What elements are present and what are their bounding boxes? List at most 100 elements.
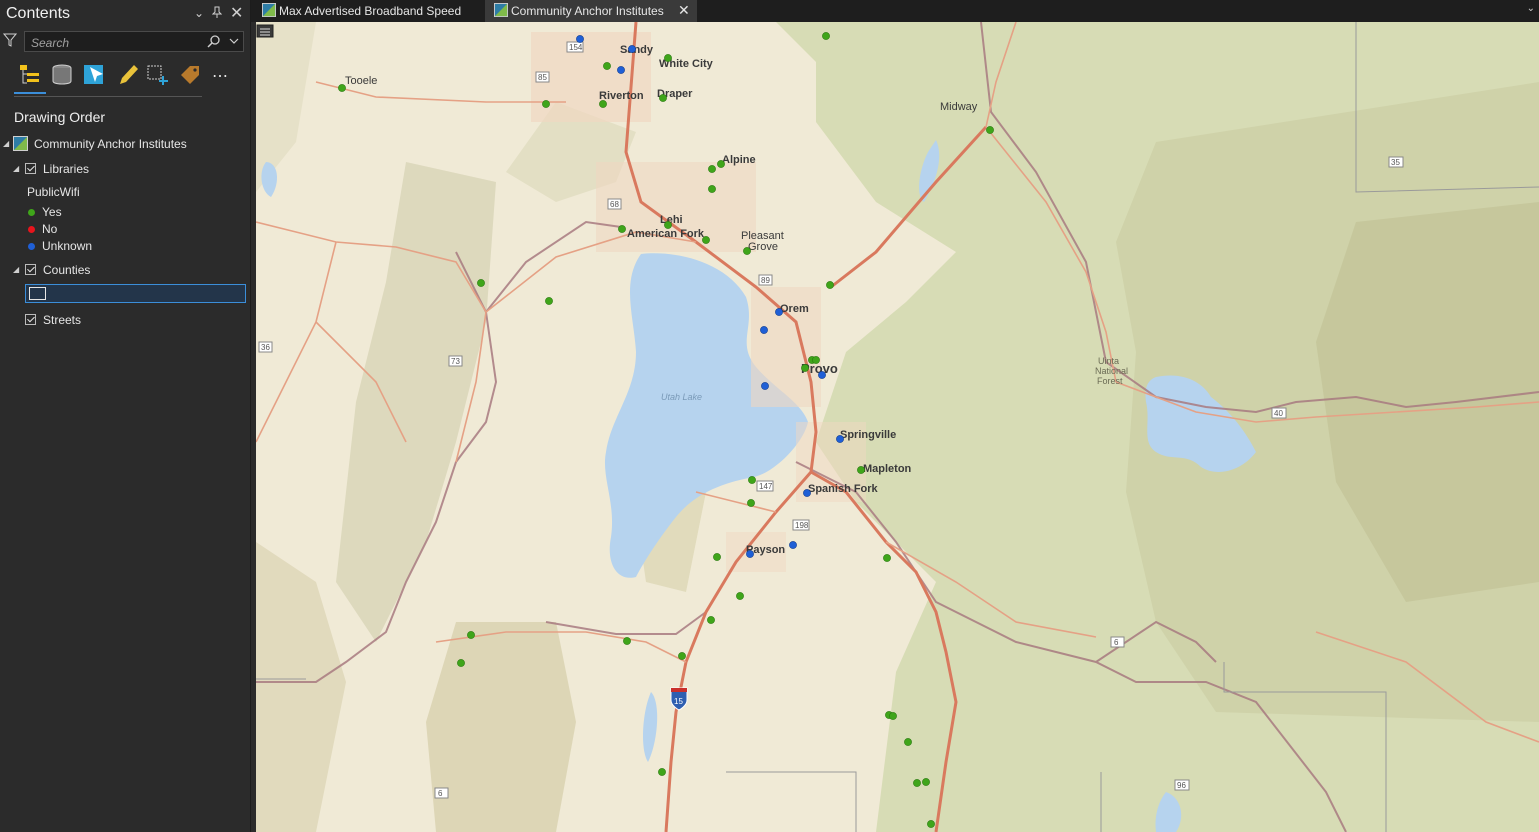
pin-icon[interactable] — [211, 6, 223, 21]
library-point — [922, 778, 930, 786]
library-point — [986, 126, 994, 134]
svg-text:Orem: Orem — [780, 303, 809, 315]
svg-text:73: 73 — [451, 357, 460, 366]
search-options-chevron-icon[interactable] — [228, 34, 240, 53]
svg-text:Tooele: Tooele — [345, 75, 377, 87]
library-point — [545, 297, 553, 305]
tab-label: Max Advertised Broadband Speed — [279, 4, 462, 18]
list-by-drawing-order-icon[interactable] — [18, 62, 42, 88]
legend-unknown-symbol — [28, 243, 35, 250]
pane-header: Contents ⌄ ✕ — [0, 0, 250, 28]
library-point — [708, 185, 716, 193]
more-icon[interactable]: ⋯ — [212, 66, 236, 92]
library-point — [822, 32, 830, 40]
svg-text:Grove: Grove — [748, 241, 778, 253]
svg-text:6: 6 — [438, 789, 443, 798]
expand-map-triangle-icon[interactable]: ◢ — [3, 139, 9, 148]
library-point — [812, 356, 820, 364]
legend-field-name: PublicWifi — [27, 185, 80, 199]
counties-visibility-checkbox[interactable] — [25, 264, 36, 275]
tab-max-advertised-broadband-speed[interactable]: Max Advertised Broadband Speed — [253, 0, 481, 22]
library-point — [708, 165, 716, 173]
library-point — [467, 631, 475, 639]
library-point — [747, 499, 755, 507]
svg-text:Riverton: Riverton — [599, 90, 644, 102]
chevron-down-icon[interactable]: ⌄ — [194, 6, 204, 20]
filter-icon[interactable] — [2, 33, 18, 52]
library-point — [658, 768, 666, 776]
library-point — [836, 435, 844, 443]
library-point — [664, 54, 672, 62]
search-input[interactable] — [29, 34, 203, 51]
tab-label: Community Anchor Institutes — [511, 4, 664, 18]
map-tab-icon — [494, 3, 508, 17]
library-point — [743, 247, 751, 255]
expand-counties-triangle-icon[interactable]: ◢ — [13, 265, 19, 274]
svg-text:85: 85 — [538, 73, 547, 82]
svg-text:96: 96 — [1177, 781, 1186, 790]
library-point — [904, 738, 912, 746]
list-by-editing-icon[interactable] — [116, 62, 140, 88]
contents-toolbar: ⋯ — [14, 62, 228, 96]
libraries-visibility-checkbox[interactable] — [25, 163, 36, 174]
map-name[interactable]: Community Anchor Institutes — [34, 137, 187, 151]
map-overlay-toggle-icon[interactable] — [256, 22, 274, 38]
list-by-labeling-icon[interactable] — [178, 62, 202, 88]
legend-no-symbol — [28, 226, 35, 233]
counties-layer[interactable]: Counties — [43, 263, 90, 277]
counties-symbol-row[interactable] — [25, 284, 246, 303]
library-point — [857, 466, 865, 474]
streets-layer[interactable]: Streets — [43, 313, 81, 327]
svg-text:35: 35 — [1391, 158, 1400, 167]
svg-text:Springville: Springville — [840, 429, 896, 441]
libraries-layer[interactable]: Libraries — [43, 162, 89, 176]
map-view[interactable]: 154 85 68 36 73 89 147 198 6 6 35 40 96 … — [256, 22, 1539, 832]
library-point — [746, 550, 754, 558]
library-point — [789, 541, 797, 549]
library-point — [617, 66, 625, 74]
expand-libraries-triangle-icon[interactable]: ◢ — [13, 164, 19, 173]
legend-yes-symbol — [28, 209, 35, 216]
library-point — [775, 308, 783, 316]
counties-symbol-swatch[interactable] — [29, 287, 46, 300]
tab-community-anchor-institutes[interactable]: Community Anchor Institutes ✕ — [485, 0, 697, 22]
close-icon[interactable]: ✕ — [230, 3, 243, 23]
close-tab-icon[interactable]: ✕ — [678, 2, 690, 19]
svg-text:Utah Lake: Utah Lake — [661, 392, 702, 402]
map-icon — [13, 136, 28, 156]
active-tool-indicator — [14, 92, 46, 94]
library-point — [628, 45, 636, 53]
library-point — [927, 820, 935, 828]
library-point — [818, 371, 826, 379]
library-point — [477, 279, 485, 287]
svg-text:Forest: Forest — [1097, 376, 1123, 386]
contents-pane: Contents ⌄ ✕ Search ⋯ Drawing Order ◢ Co… — [0, 0, 251, 832]
library-point — [826, 281, 834, 289]
tab-overflow-chevron-icon[interactable]: ⌄ — [1527, 3, 1535, 14]
svg-text:147: 147 — [759, 482, 773, 491]
list-by-source-icon[interactable] — [50, 62, 74, 88]
library-point — [803, 489, 811, 497]
legend-no-label: No — [42, 222, 58, 236]
library-point — [623, 637, 631, 645]
svg-text:Uinta: Uinta — [1098, 356, 1119, 366]
svg-text:36: 36 — [261, 343, 270, 352]
library-point — [338, 84, 346, 92]
map-tab-bar: Max Advertised Broadband Speed Community… — [251, 0, 1539, 22]
library-point — [603, 62, 611, 70]
library-point — [702, 236, 710, 244]
library-point — [659, 94, 667, 102]
legend-yes-label: Yes — [42, 205, 62, 219]
svg-text:Alpine: Alpine — [722, 154, 756, 166]
library-point — [678, 652, 686, 660]
streets-visibility-checkbox[interactable] — [25, 314, 36, 325]
list-by-snapping-icon[interactable] — [146, 62, 170, 88]
search-icon[interactable] — [207, 34, 221, 53]
list-by-selection-icon[interactable] — [82, 62, 106, 88]
svg-text:154: 154 — [569, 43, 583, 52]
library-point — [761, 382, 769, 390]
map-tab-icon — [262, 3, 276, 17]
search-box — [24, 31, 244, 52]
toolbar-divider — [14, 96, 202, 97]
library-point — [717, 160, 725, 168]
